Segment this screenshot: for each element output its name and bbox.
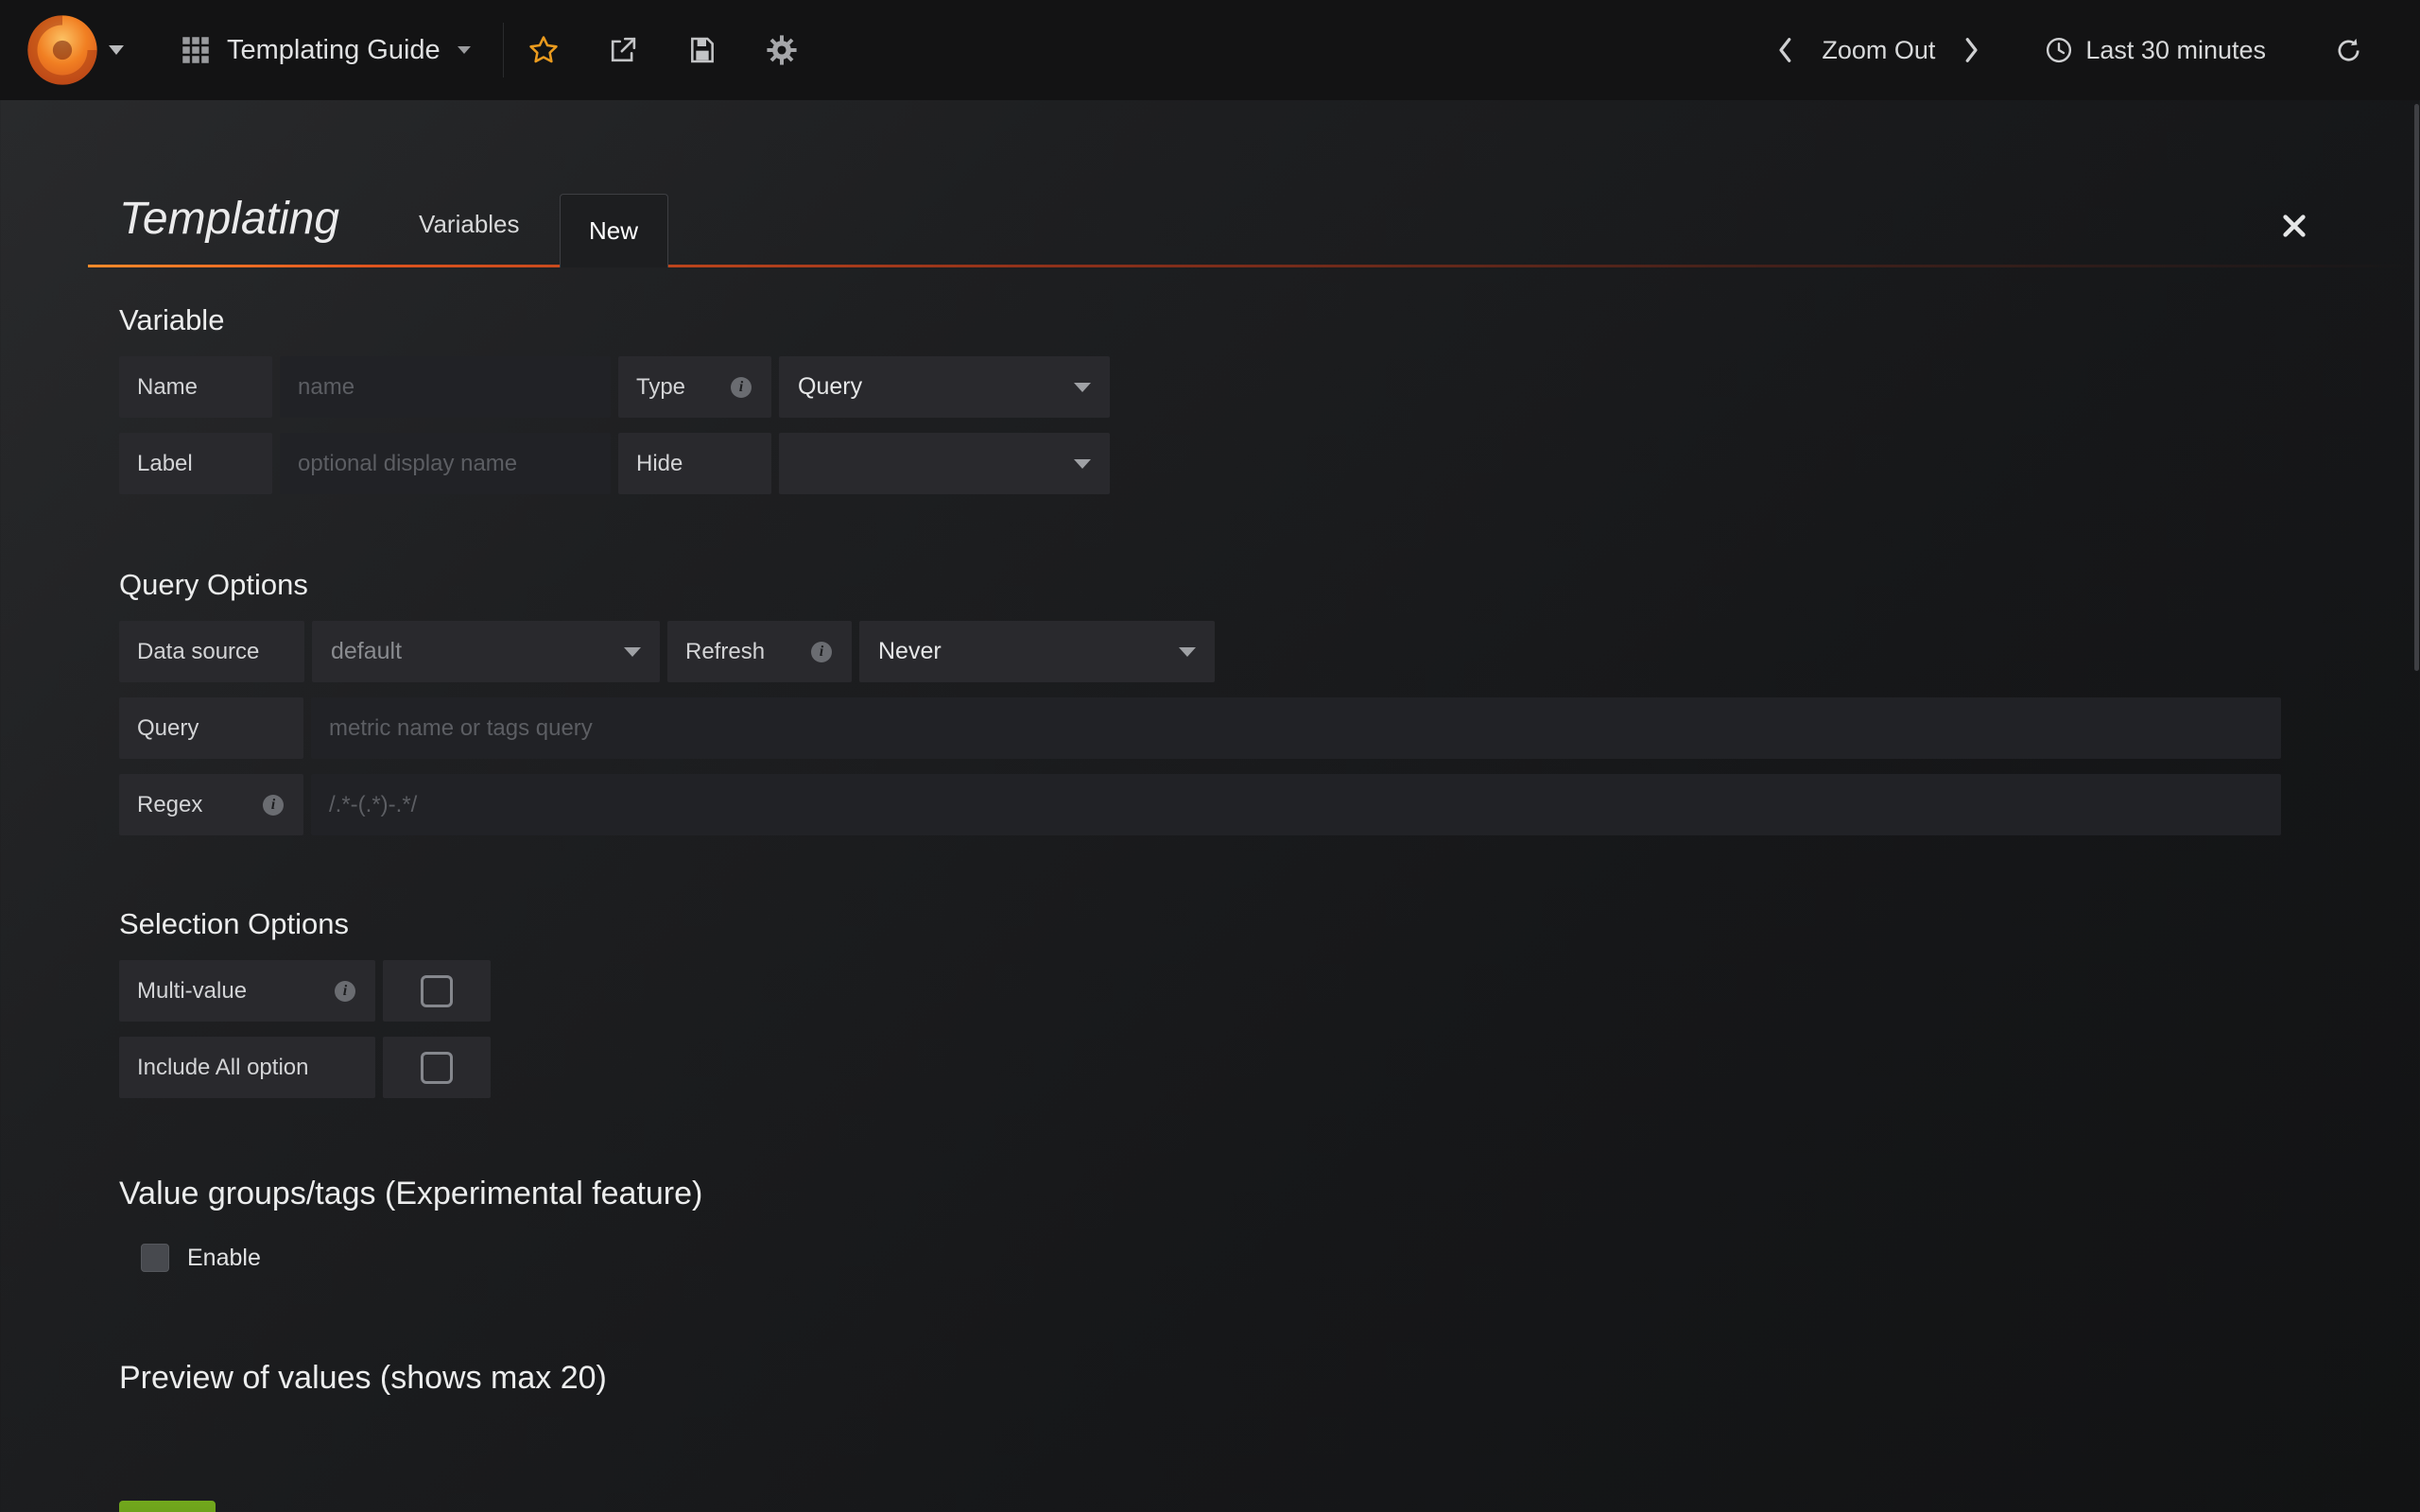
info-icon[interactable]: [811, 642, 832, 662]
query-options-heading: Query Options: [119, 568, 2420, 602]
section-variable: Variable Name Type Query Label Hide: [119, 303, 2420, 494]
share-dashboard-button[interactable]: [583, 0, 663, 100]
name-label: Name: [119, 356, 272, 418]
refresh-label: Refresh: [667, 621, 852, 682]
save-dashboard-button[interactable]: [663, 0, 742, 100]
preview-heading: Preview of values (shows max 20): [119, 1360, 2420, 1397]
chevron-down-icon: [1074, 459, 1091, 469]
refresh-select-value: Never: [878, 638, 942, 665]
refresh-icon: [2334, 36, 2363, 65]
dashboard-title: Templating Guide: [227, 35, 441, 66]
chevron-down-icon: [1179, 647, 1196, 657]
logo-caret-icon: [109, 45, 124, 55]
chevron-right-icon: [1962, 36, 1980, 64]
zoom-out-label: Zoom Out: [1822, 36, 1935, 65]
type-label: Type: [618, 356, 771, 418]
add-button[interactable]: Add: [119, 1501, 216, 1512]
time-shift-forward-button[interactable]: [1948, 36, 1994, 64]
multi-value-label: Multi-value: [119, 960, 375, 1022]
time-range-label: Last 30 minutes: [2085, 36, 2266, 65]
dashboard-settings-button[interactable]: [742, 0, 821, 100]
datasource-label: Data source: [119, 621, 304, 682]
chevron-left-icon: [1776, 36, 1795, 64]
dashboard-title-button[interactable]: Templating Guide: [149, 0, 503, 100]
regex-label-text: Regex: [137, 792, 202, 818]
share-icon: [607, 35, 638, 66]
refresh-label-text: Refresh: [685, 639, 765, 665]
query-options-row-2: Query: [119, 697, 2420, 759]
editor-header: Templating Variables New: [88, 193, 2420, 267]
multi-value-label-text: Multi-value: [137, 978, 247, 1005]
page-title: Templating: [119, 193, 339, 267]
label-input[interactable]: [280, 433, 611, 494]
info-icon[interactable]: [263, 795, 284, 816]
query-options-row-1: Data source default Refresh Never: [119, 621, 2420, 682]
regex-input[interactable]: [311, 774, 2281, 835]
section-selection-options: Selection Options Multi-value Include Al…: [119, 907, 2420, 1098]
variable-row-2: Label Hide: [119, 433, 2420, 494]
section-query-options: Query Options Data source default Refres…: [119, 568, 2420, 835]
info-icon[interactable]: [731, 377, 752, 398]
time-shift-back-button[interactable]: [1763, 36, 1808, 64]
chevron-down-icon: [458, 46, 471, 54]
save-icon: [687, 35, 717, 65]
type-select[interactable]: Query: [779, 356, 1110, 418]
hide-label: Hide: [618, 433, 771, 494]
info-icon[interactable]: [335, 981, 355, 1002]
label-label: Label: [119, 433, 272, 494]
tab-underline: [88, 265, 2420, 267]
datasource-select-value: default: [331, 638, 402, 665]
clock-icon: [2045, 36, 2073, 64]
section-value-groups: Value groups/tags (Experimental feature)…: [119, 1176, 2420, 1273]
name-input[interactable]: [280, 356, 611, 418]
variable-heading: Variable: [119, 303, 2420, 337]
gear-icon: [766, 34, 798, 66]
datasource-select[interactable]: default: [312, 621, 660, 682]
time-range-picker-button[interactable]: Last 30 minutes: [2031, 36, 2279, 65]
grafana-logo-button[interactable]: [0, 0, 149, 100]
section-preview: Preview of values (shows max 20): [119, 1360, 2420, 1397]
type-select-value: Query: [798, 373, 862, 401]
checkbox-icon: [421, 975, 453, 1007]
scrollbar[interactable]: [2414, 104, 2419, 671]
enable-row: Enable: [141, 1243, 2420, 1273]
tab-variables[interactable]: Variables: [379, 210, 559, 267]
variable-row-1: Name Type Query: [119, 356, 2420, 418]
selection-options-heading: Selection Options: [119, 907, 2420, 941]
query-options-row-3: Regex: [119, 774, 2420, 835]
query-label: Query: [119, 697, 303, 759]
value-groups-heading: Value groups/tags (Experimental feature): [119, 1176, 2420, 1212]
time-controls: Zoom Out Last 30 minutes: [1763, 0, 2420, 100]
star-icon: [527, 34, 560, 66]
hide-select[interactable]: [779, 433, 1110, 494]
enable-label: Enable: [187, 1245, 261, 1272]
dashboard-grid-icon: [182, 36, 210, 64]
close-icon: [2280, 212, 2308, 240]
star-dashboard-button[interactable]: [504, 0, 583, 100]
templating-editor: Templating Variables New Variable Name T…: [0, 193, 2420, 1512]
grafana-logo: [26, 13, 99, 87]
query-input[interactable]: [311, 697, 2281, 759]
zoom-out-button[interactable]: Zoom Out: [1808, 36, 1948, 65]
editor-tabs: Variables New: [379, 194, 667, 267]
enable-checkbox[interactable]: [141, 1244, 169, 1272]
include-all-label: Include All option: [119, 1037, 375, 1098]
chevron-down-icon: [1074, 383, 1091, 392]
refresh-dashboard-button[interactable]: [2321, 36, 2377, 65]
include-all-row: Include All option: [119, 1037, 2420, 1098]
multi-value-row: Multi-value: [119, 960, 2420, 1022]
checkbox-icon: [421, 1052, 453, 1084]
chevron-down-icon: [624, 647, 641, 657]
regex-label: Regex: [119, 774, 303, 835]
tab-new[interactable]: New: [560, 194, 668, 267]
type-label-text: Type: [636, 374, 685, 401]
refresh-select[interactable]: Never: [859, 621, 1215, 682]
include-all-checkbox[interactable]: [383, 1037, 491, 1098]
top-navbar: Templating Guide: [0, 0, 2420, 100]
close-editor-button[interactable]: [2280, 212, 2308, 240]
multi-value-checkbox[interactable]: [383, 960, 491, 1022]
